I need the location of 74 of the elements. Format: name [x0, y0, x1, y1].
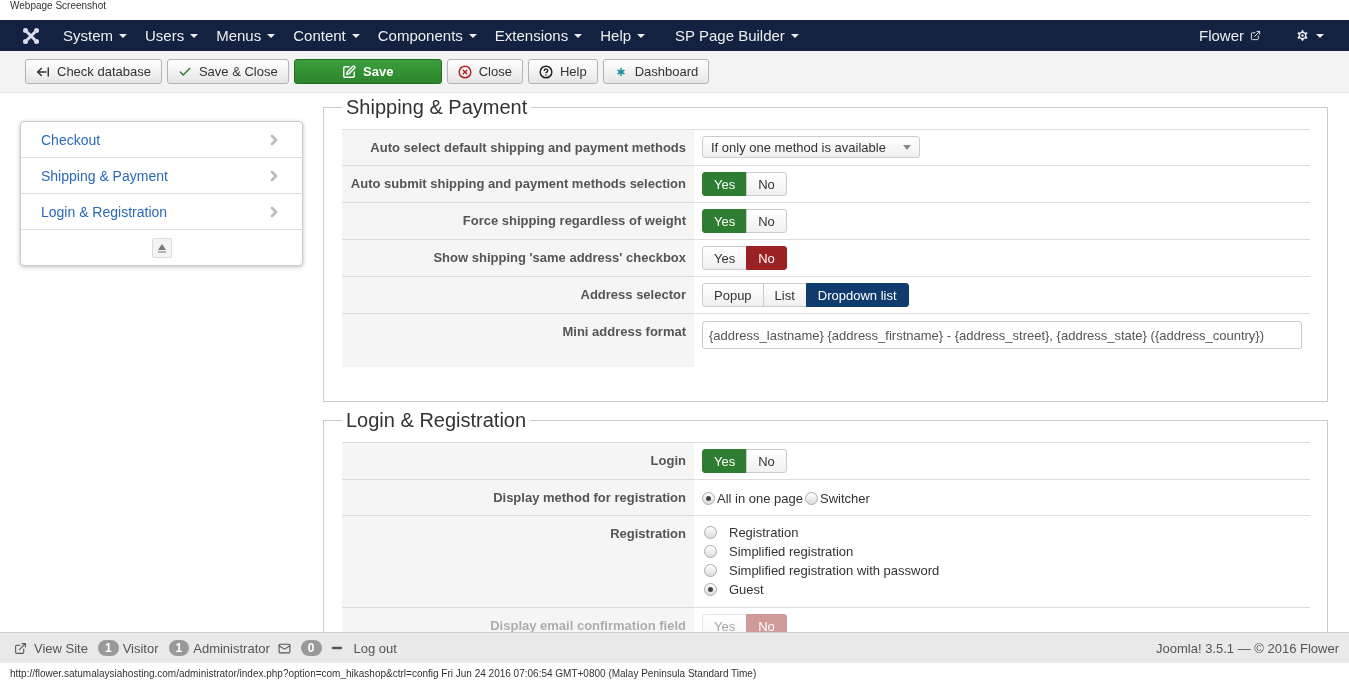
count-badge: 1 [97, 640, 119, 656]
logout-link[interactable]: Log out [353, 640, 397, 656]
radio-label: Registration [729, 525, 799, 540]
count-badge: 1 [168, 640, 190, 656]
field-label: Force shipping regardless of weight [462, 213, 686, 228]
close-icon [457, 64, 472, 79]
field-label: Login [650, 453, 686, 468]
eject-icon [156, 242, 167, 253]
field-label: Registration [610, 526, 686, 541]
toolbar-button[interactable]: Dashboard [602, 59, 710, 84]
field-label: Auto submit shipping and payment methods selection [350, 176, 686, 191]
section-title: Shipping & Payment [345, 95, 529, 119]
option-button[interactable]: No [746, 172, 787, 196]
field-label: Display email confirmation field [490, 618, 686, 632]
help-icon [538, 64, 553, 79]
radio-button[interactable] [704, 545, 717, 558]
option-button[interactable]: List [762, 283, 807, 307]
option-button[interactable]: Yes [702, 449, 748, 473]
radio-label: Guest [729, 582, 764, 597]
input-field[interactable]: {address_lastname} {address_firstname} - {address_street}, {address_state} ({address_country}) [702, 321, 1302, 349]
field-label: Auto select default shipping and payment methods [370, 140, 686, 155]
menu-item[interactable]: SP Page Builder [666, 27, 808, 44]
toolbar-button[interactable]: Save [293, 59, 442, 84]
radio-button[interactable] [704, 526, 717, 539]
menu-item[interactable]: System [54, 27, 136, 44]
radio-label: Simplified registration [729, 544, 854, 559]
collapse-button[interactable] [151, 237, 172, 258]
radio-button[interactable] [702, 492, 715, 505]
toolbar-button[interactable]: Close [446, 59, 523, 84]
menu-item[interactable]: Menus [207, 27, 285, 44]
option-button[interactable]: Dropdown list [805, 283, 909, 307]
sidebar-item[interactable]: Shipping & Payment [21, 158, 302, 194]
field-label: Display method for registration [493, 490, 686, 505]
field-label: Mini address format [562, 324, 686, 339]
option-button[interactable]: No [746, 449, 787, 473]
option-button[interactable]: No [746, 209, 787, 233]
radio-button[interactable] [704, 583, 717, 596]
radio-button[interactable] [704, 564, 717, 577]
menu-item[interactable]: Content [284, 27, 369, 44]
menu-item[interactable]: Help [591, 27, 655, 44]
radio-label: Switcher [820, 491, 870, 506]
page-caption: Webpage Screenshot [10, 0, 106, 11]
radio-button[interactable] [805, 492, 818, 505]
option-button[interactable]: Yes [702, 209, 748, 233]
section-title: Login & Registration [345, 408, 528, 432]
option-button[interactable]: Popup [702, 283, 764, 307]
status-label: Administrator [193, 640, 270, 656]
menu-item[interactable]: Extensions [485, 27, 592, 44]
sidebar-item[interactable]: Checkout [21, 122, 302, 158]
external-link-icon [1250, 30, 1261, 41]
option-button[interactable]: No [746, 246, 787, 270]
edit-icon [342, 64, 357, 79]
url-text: http://flower.satumalaysiahosting.com/administrator/index.php?option=com_hikashop&ctrl=config Fri Jun 24 2016 07:06:54 GMT+0800 (Malay Peninsula Standard Time) [10, 667, 757, 679]
settings-icon [1295, 28, 1310, 43]
menu-item[interactable]: Components [368, 27, 486, 44]
toolbar-button[interactable]: Help [527, 59, 598, 84]
dropdown-field[interactable]: If only one method is available [702, 136, 920, 158]
view-site-link[interactable]: View Site [14, 640, 88, 656]
menu-item[interactable]: Users [136, 27, 208, 44]
toolbar-button[interactable]: Check database [25, 59, 162, 84]
toolbar-button[interactable]: Save & Close [166, 59, 289, 84]
field-label: Address selector [580, 287, 686, 302]
option-button[interactable]: Yes [702, 172, 748, 196]
field-label: Show shipping 'same address' checkbox [433, 250, 686, 265]
option-button[interactable]: Yes [702, 246, 748, 270]
radio-label: All in one page [717, 491, 803, 506]
site-link[interactable]: Flower [1190, 27, 1270, 44]
sidebar-item[interactable]: Login & Registration [21, 194, 302, 230]
mail-icon [277, 641, 291, 655]
count-badge: 0 [300, 640, 322, 656]
external-link-icon [14, 641, 27, 655]
radio-label: Simplified registration with password [729, 563, 940, 578]
version-text: Joomla! 3.5.1 — © 2016 Flower [1156, 640, 1339, 656]
status-label: Visitor [122, 640, 159, 656]
